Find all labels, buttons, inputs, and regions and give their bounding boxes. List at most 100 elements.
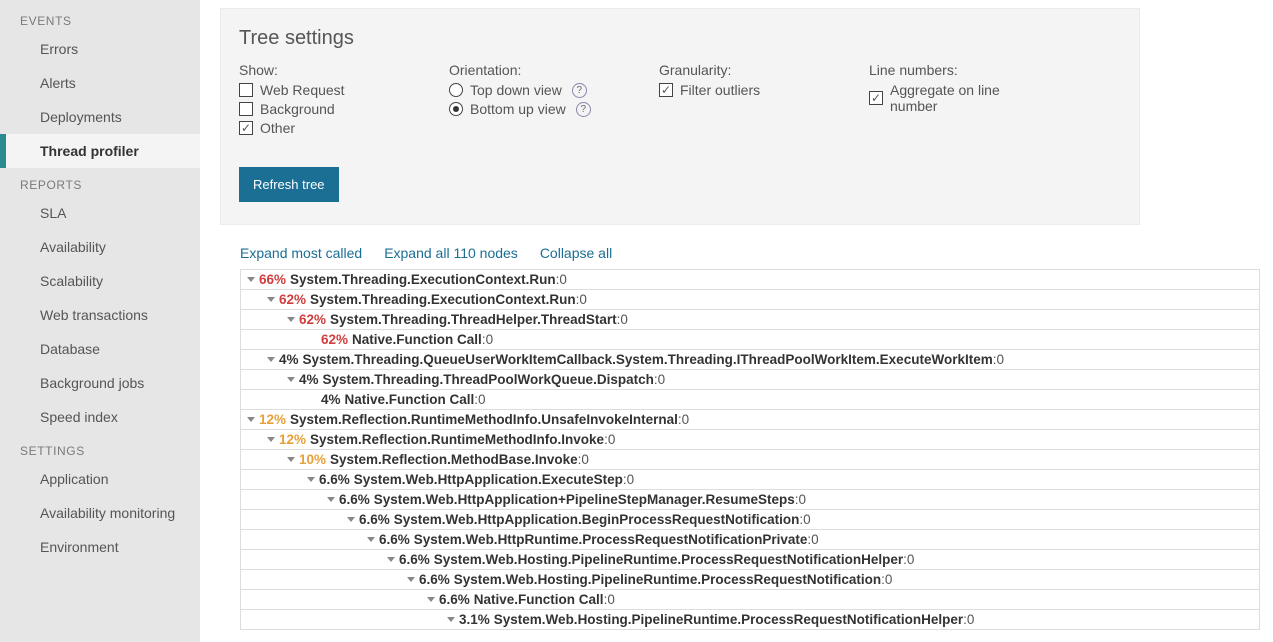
checkbox-icon[interactable]: ✓ (659, 83, 673, 97)
collapse-arrow-icon[interactable] (287, 377, 295, 382)
collapse-arrow-icon[interactable] (367, 537, 375, 542)
tree-row[interactable]: 62%Native.Function Call :0 (241, 330, 1259, 350)
tree-method: System.Reflection.RuntimeMethodInfo.Invo… (310, 432, 604, 447)
tree-line: :0 (963, 612, 974, 627)
tree-pct: 3.1% (459, 612, 490, 627)
sidebar-item-thread-profiler[interactable]: Thread profiler (0, 134, 200, 168)
sidebar-item-environment[interactable]: Environment (0, 530, 200, 564)
tree-row[interactable]: 12%System.Reflection.RuntimeMethodInfo.U… (241, 410, 1259, 430)
collapse-arrow-icon[interactable] (247, 277, 255, 282)
tree-settings-title: Tree settings (239, 27, 1121, 50)
collapse-arrow-icon[interactable] (407, 577, 415, 582)
tree-controls: Expand most called Expand all 110 nodes … (240, 245, 1273, 261)
collapse-arrow-icon[interactable] (447, 617, 455, 622)
tree-row[interactable]: 62%System.Threading.ThreadHelper.ThreadS… (241, 310, 1259, 330)
checkbox-icon[interactable] (239, 83, 253, 97)
call-tree: 66%System.Threading.ExecutionContext.Run… (240, 269, 1260, 630)
sidebar-item-scalability[interactable]: Scalability (0, 264, 200, 298)
checkbox-icon[interactable]: ✓ (869, 91, 883, 105)
tree-line: :0 (678, 412, 689, 427)
collapse-arrow-icon[interactable] (287, 457, 295, 462)
sidebar-item-background-jobs[interactable]: Background jobs (0, 366, 200, 400)
tree-method: Native.Function Call (345, 392, 475, 407)
sidebar-item-deployments[interactable]: Deployments (0, 100, 200, 134)
tree-row[interactable]: 3.1% System.Web.Hosting.PipelineRuntime.P… (241, 610, 1259, 630)
granularity-title: Granularity: (659, 62, 809, 78)
tree-line: :0 (903, 552, 914, 567)
help-icon[interactable]: ? (576, 102, 591, 117)
sidebar: EVENTSErrorsAlertsDeploymentsThread prof… (0, 0, 200, 642)
option-label: Background (260, 101, 335, 117)
expand-most-called-link[interactable]: Expand most called (240, 245, 362, 261)
tree-row[interactable]: 6.6%Native.Function Call :0 (241, 590, 1259, 610)
collapse-arrow-icon[interactable] (307, 477, 315, 482)
sidebar-section-title: SETTINGS (0, 434, 200, 462)
show-title: Show: (239, 62, 389, 78)
tree-pct: 6.6% (379, 532, 410, 547)
tree-row[interactable]: 4%System.Threading.ThreadPoolWorkQueue.D… (241, 370, 1259, 390)
tree-line: :0 (795, 492, 806, 507)
tree-pct: 4% (321, 392, 341, 407)
radio-option[interactable]: Top down view? (449, 82, 599, 98)
tree-pct: 62% (279, 292, 306, 307)
tree-pct: 66% (259, 272, 286, 287)
sidebar-item-database[interactable]: Database (0, 332, 200, 366)
tree-row[interactable]: 6.6%System.Web.HttpApplication.ExecuteSt… (241, 470, 1259, 490)
sidebar-item-web-transactions[interactable]: Web transactions (0, 298, 200, 332)
checkbox-option[interactable]: ✓Filter outliers (659, 82, 809, 98)
radio-option[interactable]: Bottom up view? (449, 101, 599, 117)
tree-row[interactable]: 6.6%System.Web.HttpApplication+PipelineS… (241, 490, 1259, 510)
tree-method: System.Web.Hosting.PipelineRuntime.Proce… (494, 612, 963, 627)
sidebar-item-sla[interactable]: SLA (0, 196, 200, 230)
tree-row[interactable]: 10%System.Reflection.MethodBase.Invoke :… (241, 450, 1259, 470)
collapse-arrow-icon[interactable] (267, 357, 275, 362)
tree-method: System.Threading.QueueUserWorkItemCallba… (303, 352, 993, 367)
tree-pct: 62% (321, 332, 348, 347)
checkbox-icon[interactable] (239, 102, 253, 116)
radio-icon[interactable] (449, 102, 463, 116)
tree-row[interactable]: 4%Native.Function Call :0 (241, 390, 1259, 410)
tree-pct: 62% (299, 312, 326, 327)
settings-granularity-col: Granularity: ✓Filter outliers (659, 62, 809, 139)
tree-method: System.Web.HttpApplication+PipelineStepM… (374, 492, 795, 507)
tree-row[interactable]: 6.6%System.Web.HttpApplication.BeginProc… (241, 510, 1259, 530)
collapse-all-link[interactable]: Collapse all (540, 245, 612, 261)
collapse-arrow-icon[interactable] (387, 557, 395, 562)
tree-method: System.Web.Hosting.PipelineRuntime.Proce… (434, 552, 903, 567)
checkbox-option[interactable]: Background (239, 101, 389, 117)
checkbox-option[interactable]: ✓Aggregate on line number (869, 82, 1029, 114)
checkbox-option[interactable]: ✓Other (239, 120, 389, 136)
tree-row[interactable]: 66%System.Threading.ExecutionContext.Run… (241, 270, 1259, 290)
radio-icon[interactable] (449, 83, 463, 97)
sidebar-item-speed-index[interactable]: Speed index (0, 400, 200, 434)
help-icon[interactable]: ? (572, 83, 587, 98)
collapse-arrow-icon[interactable] (267, 437, 275, 442)
refresh-tree-button[interactable]: Refresh tree (239, 167, 339, 202)
sidebar-item-availability-monitoring[interactable]: Availability monitoring (0, 496, 200, 530)
tree-row[interactable]: 62%System.Threading.ExecutionContext.Run… (241, 290, 1259, 310)
tree-line: :0 (623, 472, 634, 487)
collapse-arrow-icon[interactable] (427, 597, 435, 602)
tree-line: :0 (617, 312, 628, 327)
orientation-title: Orientation: (449, 62, 599, 78)
tree-row[interactable]: 12%System.Reflection.RuntimeMethodInfo.I… (241, 430, 1259, 450)
tree-row[interactable]: 6.6%System.Web.Hosting.PipelineRuntime.P… (241, 550, 1259, 570)
tree-row[interactable]: 6.6%System.Web.HttpRuntime.ProcessReques… (241, 530, 1259, 550)
sidebar-item-availability[interactable]: Availability (0, 230, 200, 264)
sidebar-item-application[interactable]: Application (0, 462, 200, 496)
tree-line: :0 (993, 352, 1004, 367)
expand-all-link[interactable]: Expand all 110 nodes (384, 245, 518, 261)
tree-row[interactable]: 4%System.Threading.QueueUserWorkItemCall… (241, 350, 1259, 370)
collapse-arrow-icon[interactable] (347, 517, 355, 522)
collapse-arrow-icon[interactable] (287, 317, 295, 322)
checkbox-option[interactable]: Web Request (239, 82, 389, 98)
collapse-arrow-icon[interactable] (267, 297, 275, 302)
sidebar-item-alerts[interactable]: Alerts (0, 66, 200, 100)
tree-row[interactable]: 6.6%System.Web.Hosting.PipelineRuntime.P… (241, 570, 1259, 590)
collapse-arrow-icon[interactable] (247, 417, 255, 422)
sidebar-item-errors[interactable]: Errors (0, 32, 200, 66)
tree-method: System.Reflection.RuntimeMethodInfo.Unsa… (290, 412, 678, 427)
collapse-arrow-icon[interactable] (327, 497, 335, 502)
checkbox-icon[interactable]: ✓ (239, 121, 253, 135)
tree-method: System.Threading.ThreadPoolWorkQueue.Dis… (323, 372, 654, 387)
